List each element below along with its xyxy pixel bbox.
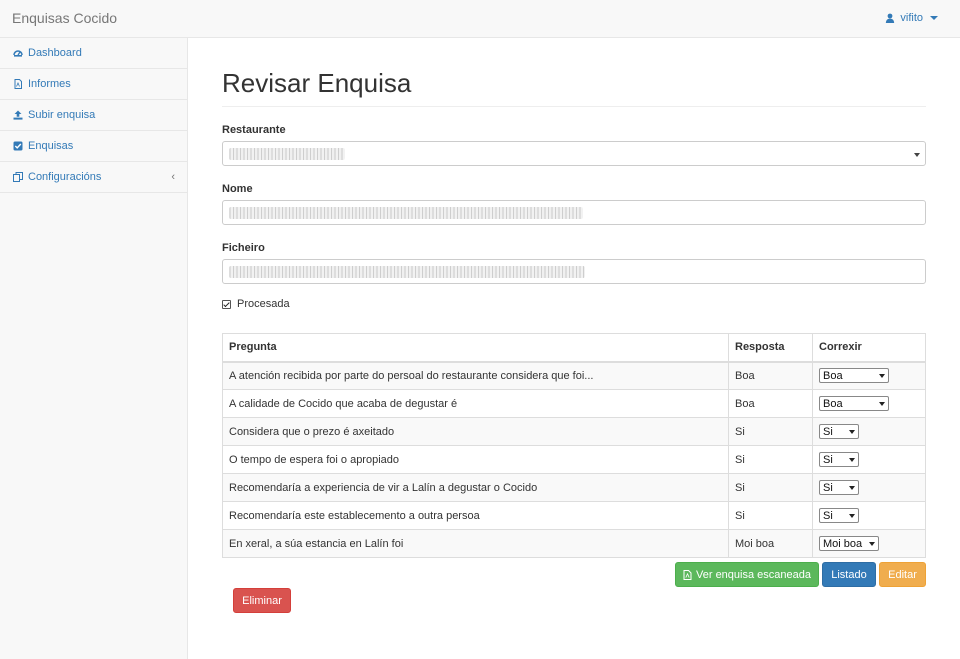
sidebar-item-label: Subir enquisa [28,109,96,121]
ficheiro-input[interactable] [222,259,926,284]
user-icon [886,13,895,23]
sidebar-item-dashboard[interactable]: Dashboard [0,38,187,69]
selected-value: Si [823,509,833,522]
caret-down-icon [930,16,938,20]
table-row: O tempo de espera foi o apropiado Si Si [222,445,926,474]
selected-value: Moi boa [823,537,863,550]
sidebar-item-configuracions[interactable]: Configuracións ‹ [0,162,187,193]
correxir-select[interactable]: Si [819,508,859,523]
chevron-left-icon[interactable]: ‹ [171,171,175,183]
user-name: vifito [900,12,923,24]
nome-input[interactable] [222,200,926,225]
sidebar: Dashboard Informes Subir enquisa Enquisa… [0,38,188,659]
resposta-cell: Boa [728,361,813,390]
procesada-label: Procesada [237,298,290,310]
restaurante-select[interactable] [222,141,926,166]
redacted-value [229,148,345,160]
correxir-cell: Si [812,417,926,446]
pregunta-cell: En xeral, a súa estancia en Lalín foi [222,529,729,558]
editar-button[interactable]: Editar [879,562,926,587]
selected-value: Boa [823,369,843,382]
pregunta-cell: Considera que o prezo é axeitado [222,417,729,446]
page-title: Revisar Enquisa [222,68,926,107]
table-row: Considera que o prezo é axeitado Si Si [222,417,926,446]
table-row: Recomendaría este establecemento a outra… [222,501,926,530]
sidebar-item-label: Dashboard [28,47,82,59]
table-row: En xeral, a súa estancia en Lalín foi Mo… [222,529,926,558]
resposta-cell: Si [728,501,813,530]
ficheiro-label: Ficheiro [222,242,265,254]
file-pdf-icon [13,79,23,89]
caret-down-icon [879,401,885,406]
pregunta-cell: A atención recibida por parte do persoal… [222,361,729,390]
redacted-value [229,266,585,278]
dashboard-icon [13,48,23,58]
pregunta-cell: A calidade de Cocido que acaba de degust… [222,389,729,418]
caret-down-icon [879,373,885,378]
table-row: A calidade de Cocido que acaba de degust… [222,389,926,418]
caret-down-icon [849,429,855,434]
pregunta-cell: Recomendaría este establecemento a outra… [222,501,729,530]
sidebar-item-label: Enquisas [28,140,74,152]
main-content: Revisar Enquisa Restaurante Nome Ficheir… [222,38,926,558]
check-square-icon [13,141,23,151]
correxir-cell: Boa [812,389,926,418]
table-row: A atención recibida por parte do persoal… [222,361,926,390]
column-header-correxir: Correxir [812,333,926,363]
sidebar-item-label: Configuracións [28,171,102,183]
resposta-cell: Boa [728,389,813,418]
caret-down-icon [914,153,920,157]
correxir-cell: Si [812,501,926,530]
sidebar-item-label: Informes [28,78,71,90]
resposta-cell: Si [728,445,813,474]
procesada-checkbox-row: Procesada [222,298,926,310]
resposta-cell: Moi boa [728,529,813,558]
correxir-select[interactable]: Boa [819,368,889,384]
correxir-select[interactable]: Si [819,424,859,439]
selected-value: Si [823,453,833,466]
nome-label: Nome [222,183,253,195]
selected-value: Boa [823,397,843,410]
procesada-checkbox[interactable] [222,299,231,309]
resposta-cell: Si [728,417,813,446]
upload-icon [13,110,23,120]
table-row: Recomendaría a experiencia de vir a Lalí… [222,473,926,502]
copy-icon [13,172,23,182]
eliminar-button[interactable]: Eliminar [233,588,291,613]
correxir-cell: Moi boa [812,529,926,558]
caret-down-icon [849,513,855,518]
resposta-cell: Si [728,473,813,502]
ver-enquisa-escaneada-button[interactable]: Ver enquisa escaneada [675,562,819,587]
selected-value: Si [823,425,833,438]
correxir-select[interactable]: Boa [819,396,889,411]
ver-enquisa-label: Ver enquisa escaneada [696,568,811,581]
caret-down-icon [849,457,855,462]
correxir-cell: Boa [812,361,926,390]
table-header-row: Pregunta Resposta Correxir [222,333,926,363]
sidebar-item-informes[interactable]: Informes [0,69,187,100]
pregunta-cell: Recomendaría a experiencia de vir a Lalí… [222,473,729,502]
app-brand[interactable]: Enquisas Cocido [12,10,117,26]
pregunta-cell: O tempo de espera foi o apropiado [222,445,729,474]
correxir-select[interactable]: Moi boa [819,536,879,551]
correxir-cell: Si [812,473,926,502]
listado-button[interactable]: Listado [822,562,876,587]
sidebar-item-subir-enquisa[interactable]: Subir enquisa [0,100,187,131]
column-header-pregunta: Pregunta [222,333,729,363]
correxir-select[interactable]: Si [819,452,859,467]
sidebar-item-enquisas[interactable]: Enquisas [0,131,187,162]
correxir-cell: Si [812,445,926,474]
caret-down-icon [849,485,855,490]
restaurante-label: Restaurante [222,124,286,136]
top-navbar: Enquisas Cocido vifito [0,0,960,38]
caret-down-icon [869,541,875,546]
answers-table: Pregunta Resposta Correxir A atención re… [222,333,926,558]
column-header-resposta: Resposta [728,333,813,363]
user-menu[interactable]: vifito [885,12,938,24]
correxir-select[interactable]: Si [819,480,859,495]
file-pdf-icon [683,569,692,580]
selected-value: Si [823,481,833,494]
redacted-value [229,207,583,219]
